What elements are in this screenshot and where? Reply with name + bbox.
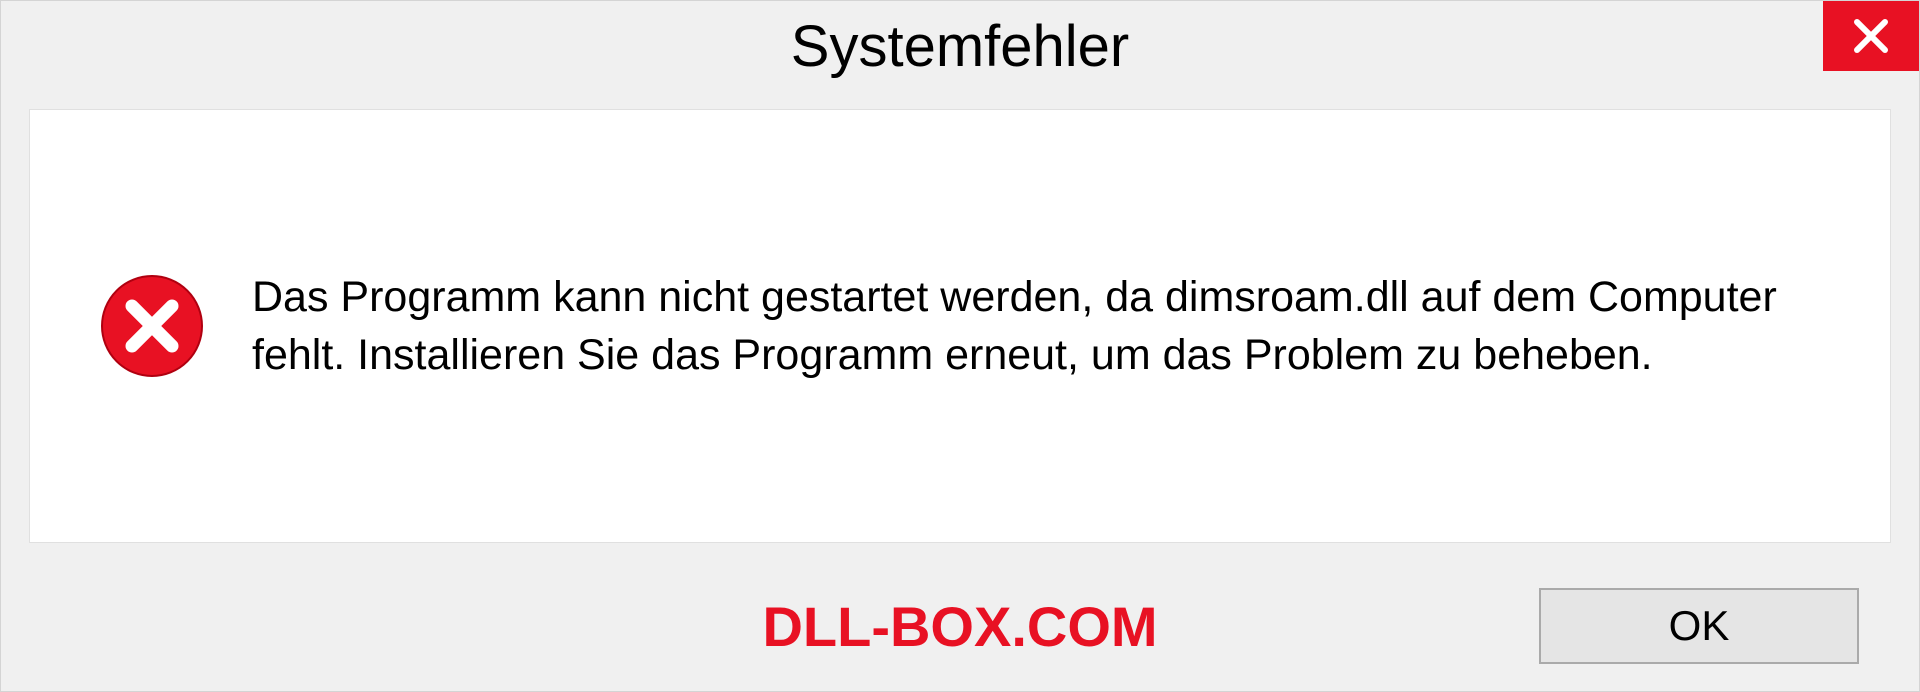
watermark-text: DLL-BOX.COM xyxy=(762,594,1157,659)
content-area: Das Programm kann nicht gestartet werden… xyxy=(29,109,1891,543)
close-icon xyxy=(1851,16,1891,56)
error-message: Das Programm kann nicht gestartet werden… xyxy=(252,268,1820,384)
titlebar: Systemfehler xyxy=(1,1,1919,91)
ok-button[interactable]: OK xyxy=(1539,588,1859,664)
error-icon xyxy=(100,274,204,378)
dialog-title: Systemfehler xyxy=(791,13,1129,80)
error-dialog: Systemfehler Das Programm kann nicht ges… xyxy=(0,0,1920,692)
close-button[interactable] xyxy=(1823,1,1919,71)
dialog-footer: DLL-BOX.COM OK xyxy=(1,561,1919,691)
